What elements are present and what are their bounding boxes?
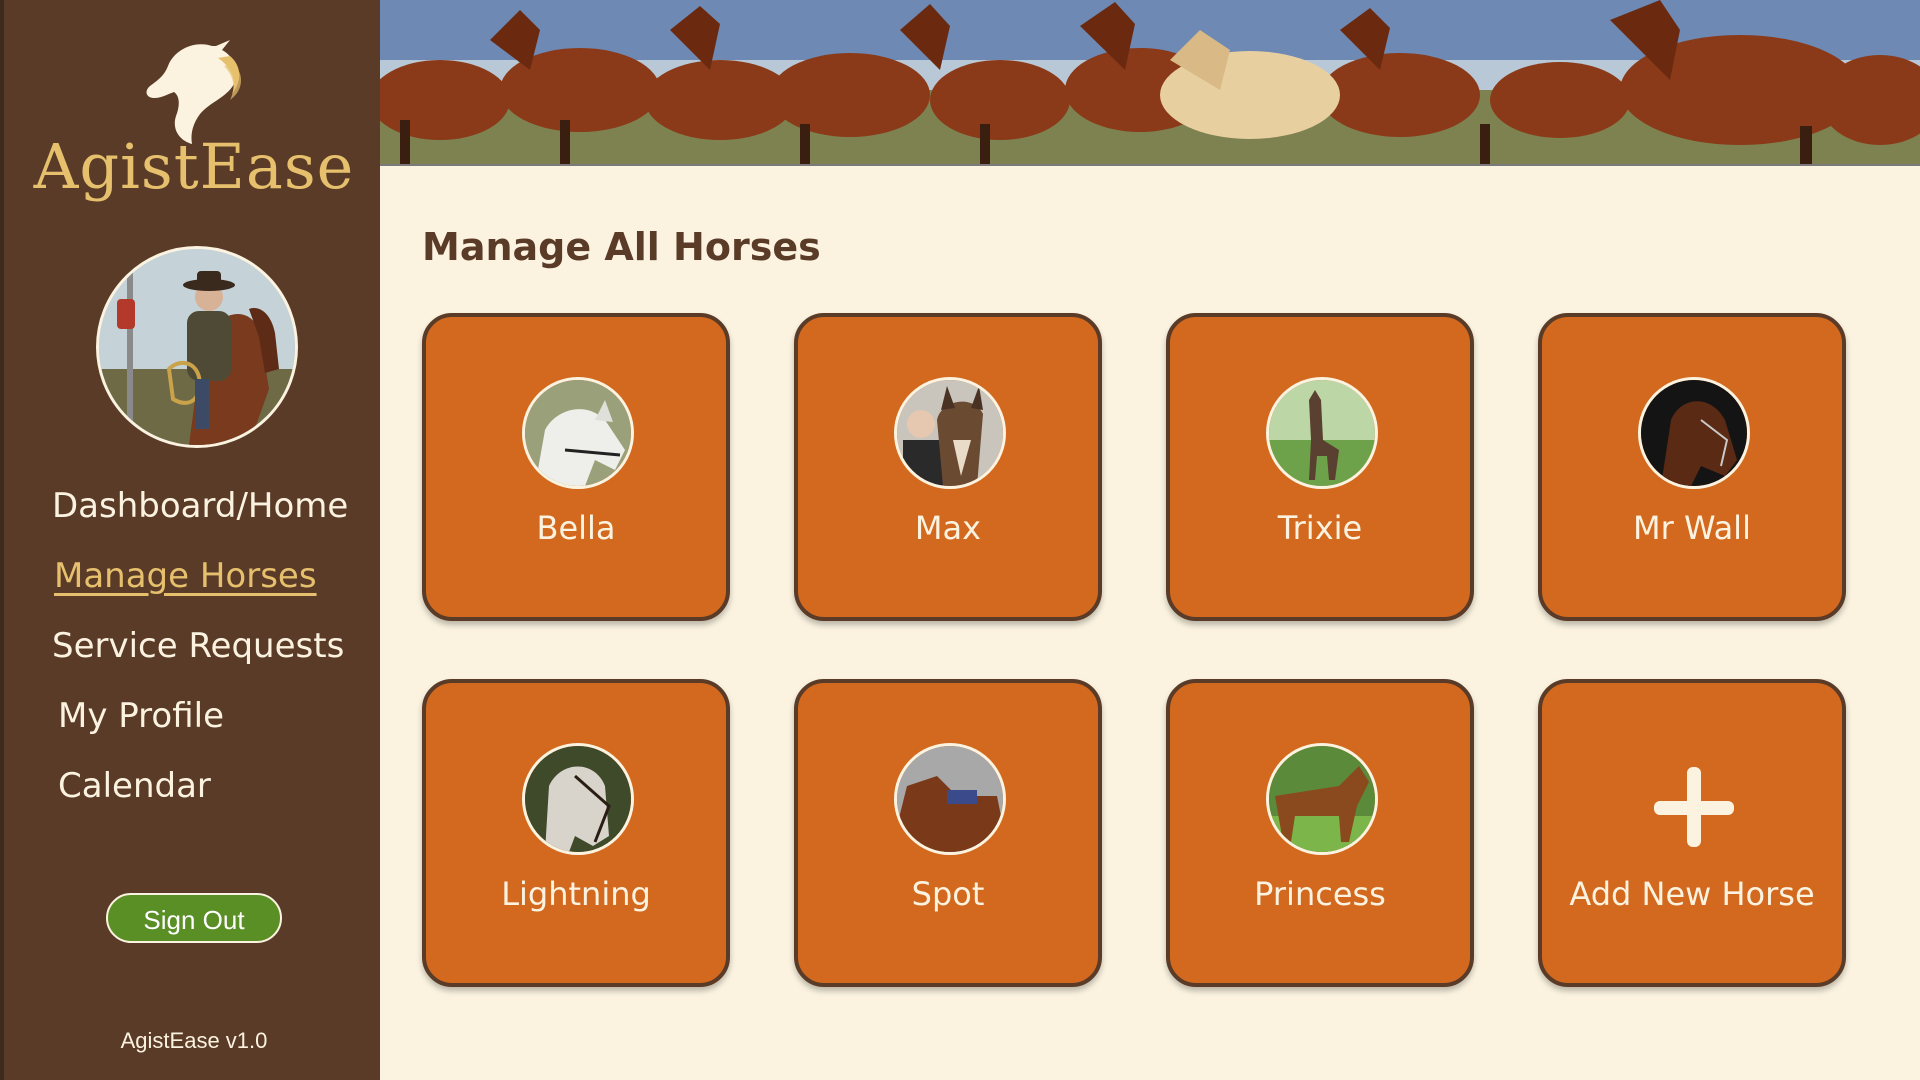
page-title: Manage All Horses xyxy=(422,225,821,269)
horse-card-spot[interactable]: Spot xyxy=(794,679,1102,987)
horse-name: Mr Wall xyxy=(1633,509,1751,547)
horse-card-bella[interactable]: Bella xyxy=(422,313,730,621)
nav-item-manage-horses[interactable]: Manage Horses xyxy=(54,556,317,596)
add-new-horse-label: Add New Horse xyxy=(1569,875,1815,913)
horse-card-grid: Bella Max Trixie Mr Wall Lightning Spot … xyxy=(422,313,1852,987)
horse-photo xyxy=(894,743,1006,855)
add-new-horse-button[interactable]: Add New Horse xyxy=(1538,679,1846,987)
horse-name: Princess xyxy=(1254,875,1386,913)
horse-photo xyxy=(1266,743,1378,855)
horse-card-lightning[interactable]: Lightning xyxy=(422,679,730,987)
horse-photo xyxy=(1638,377,1750,489)
horse-photo xyxy=(522,377,634,489)
horse-card-max[interactable]: Max xyxy=(794,313,1102,621)
horse-name: Max xyxy=(914,509,982,547)
horse-name: Spot xyxy=(911,875,985,913)
horse-card-princess[interactable]: Princess xyxy=(1166,679,1474,987)
horse-card-trixie[interactable]: Trixie xyxy=(1166,313,1474,621)
horse-name: Bella xyxy=(536,509,616,547)
nav-item-service-requests[interactable]: Service Requests xyxy=(52,626,344,666)
horse-name: Lightning xyxy=(501,875,651,913)
horse-name: Trixie xyxy=(1277,509,1363,547)
nav-item-my-profile[interactable]: My Profile xyxy=(58,696,224,736)
horses-banner-graphic xyxy=(380,0,1920,164)
avatar[interactable] xyxy=(96,246,298,448)
horse-photo xyxy=(1266,377,1378,489)
nav-item-calendar[interactable]: Calendar xyxy=(58,766,211,806)
plus-icon xyxy=(1654,767,1734,847)
sign-out-button[interactable]: Sign Out xyxy=(106,893,282,943)
horse-photo xyxy=(522,743,634,855)
app-window: AgistEase Dashboard/Home Manage Horses S… xyxy=(0,0,1920,1080)
horse-photo xyxy=(894,377,1006,489)
app-logo-text: AgistEase xyxy=(33,130,355,203)
app-version: AgistEase v1.0 xyxy=(120,1028,268,1053)
header-banner-image xyxy=(380,0,1920,166)
nav-item-dashboard[interactable]: Dashboard/Home xyxy=(52,486,348,526)
sidebar: AgistEase Dashboard/Home Manage Horses S… xyxy=(0,0,380,1080)
rider-photo xyxy=(99,249,295,445)
horse-card-mr-wall[interactable]: Mr Wall xyxy=(1538,313,1846,621)
